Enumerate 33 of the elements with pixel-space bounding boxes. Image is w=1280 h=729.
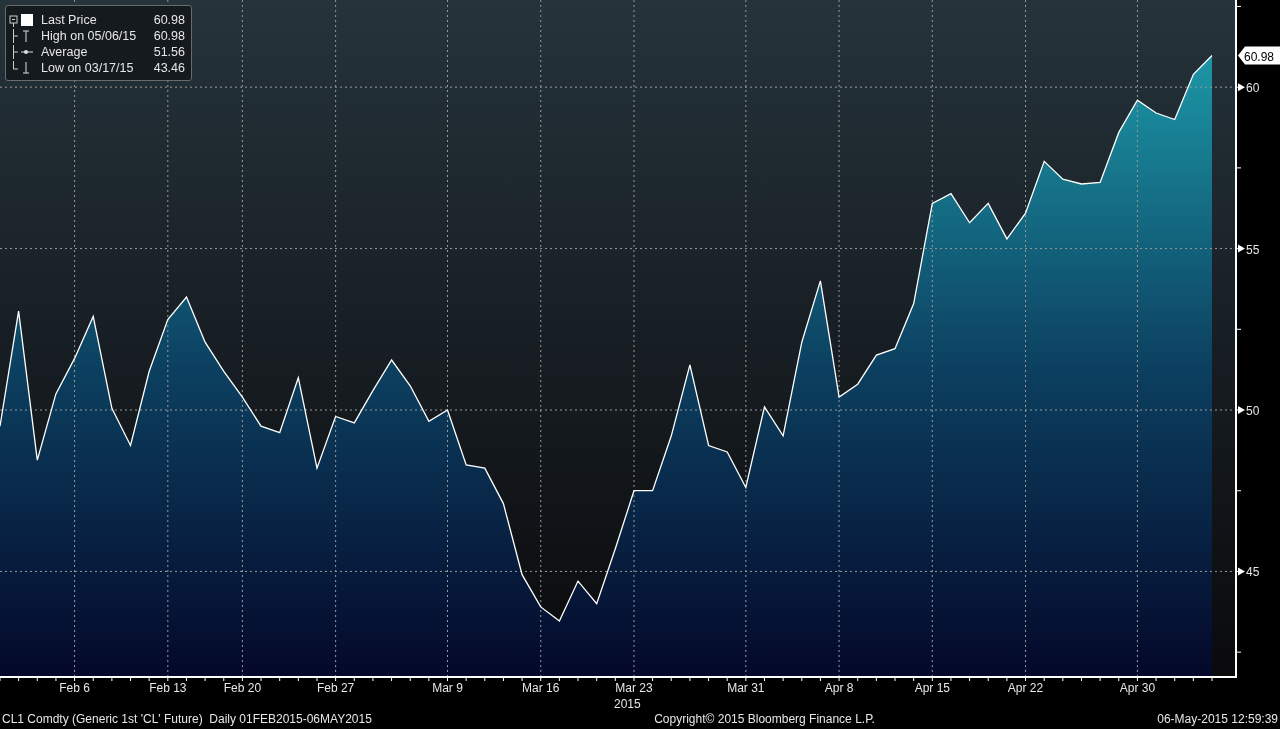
y-axis-label: 60 — [1246, 81, 1260, 96]
x-axis-label: Apr 22 — [1007, 681, 1044, 695]
legend-value: 51.56 — [153, 45, 185, 59]
timestamp: 06-May-2015 12:59:39 — [1157, 712, 1278, 728]
tick-arrow-icon — [1238, 83, 1245, 92]
tick-arrow-icon — [1238, 406, 1245, 414]
x-axis-label: Apr 8 — [824, 681, 854, 695]
security-description: CL1 Comdty (Generic 1st 'CL' Future) Daily 01FEB2015-06MAY2015 — [2, 712, 372, 728]
legend-label: High on 05/06/15 — [41, 29, 137, 43]
x-axis-label: Apr 15 — [914, 681, 950, 695]
legend-label: Low on 03/17/15 — [41, 61, 134, 75]
legend-label: Last Price — [41, 13, 97, 27]
x-axis-label: Apr 30 — [1119, 681, 1156, 695]
last-price-tag: 60.98 — [1238, 46, 1280, 65]
legend-value: 60.98 — [153, 13, 185, 27]
legend-value: 43.46 — [153, 61, 185, 75]
x-axis-label: Mar 23 — [615, 681, 653, 695]
y-axis-label: 50 — [1246, 404, 1260, 418]
x-axis-label: Mar 31 — [727, 681, 765, 695]
x-axis-label: Mar 16 — [522, 681, 560, 695]
x-axis-label: Feb 27 — [316, 681, 355, 695]
legend-label: Average — [41, 45, 88, 59]
x-axis-label: Feb 13 — [149, 681, 187, 695]
y-axis-label: 45 — [1246, 565, 1260, 580]
copyright-text: Copyright© 2015 Bloomberg Finance L.P. — [654, 712, 875, 728]
legend-value: 60.98 — [153, 29, 185, 43]
y-axis-label: 55 — [1246, 242, 1260, 257]
tick-arrow-icon — [1238, 244, 1245, 253]
x-axis-label: Feb 20 — [223, 681, 262, 695]
x-axis-label: Mar 9 — [432, 681, 463, 695]
tick-arrow-icon — [1238, 567, 1245, 576]
year-label: 2015 — [613, 697, 641, 710]
x-axis-label: Feb 6 — [59, 681, 90, 695]
